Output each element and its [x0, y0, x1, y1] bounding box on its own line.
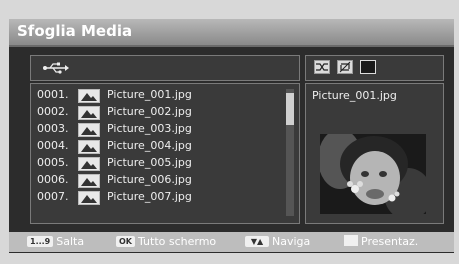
title-bar: Sfoglia Media — [9, 19, 454, 47]
jump-hint: 1...9 Salta — [27, 235, 84, 248]
preview-filename: Picture_001.jpg — [312, 89, 397, 102]
list-scrollbar[interactable] — [286, 89, 294, 216]
list-item[interactable]: 0007. Picture_007.jpg — [37, 190, 287, 207]
list-item[interactable]: 0004. Picture_004.jpg — [37, 139, 287, 156]
scrollbar-thumb[interactable] — [286, 93, 294, 125]
usb-icon[interactable] — [41, 60, 69, 76]
footer-bar: 1...9 Salta OK Tutto schermo ▼▲ Naviga Pres… — [9, 232, 454, 252]
list-item[interactable]: 0005. Picture_005.jpg — [37, 156, 287, 173]
navigate-hint: ▼▲ Naviga — [245, 235, 310, 248]
up-down-arrows-icon[interactable]: ▼▲ — [245, 236, 269, 247]
blank-mode-icon[interactable] — [360, 60, 376, 74]
source-bar — [30, 55, 300, 81]
slideshow-hint: Presentaz. — [344, 235, 418, 248]
play-mode-bar — [305, 55, 444, 81]
picture-file-icon — [78, 157, 100, 171]
picture-file-icon — [78, 191, 100, 205]
picture-file-icon — [78, 123, 100, 137]
list-item[interactable]: 0002. Picture_002.jpg — [37, 105, 287, 122]
preview-thumbnail — [320, 134, 426, 214]
picture-file-icon — [78, 106, 100, 120]
picture-file-icon — [78, 174, 100, 188]
repeat-icon[interactable] — [337, 60, 353, 74]
shuffle-icon[interactable] — [314, 60, 330, 74]
ok-key[interactable]: OK — [116, 236, 135, 247]
picture-file-icon — [78, 89, 100, 103]
number-keys[interactable]: 1...9 — [27, 236, 54, 247]
fullscreen-hint: OK Tutto schermo — [116, 235, 216, 248]
picture-file-icon — [78, 140, 100, 154]
file-list: 0001. Picture_001.jpg 0002. Picture_002.… — [30, 83, 300, 224]
list-item[interactable]: 0003. Picture_003.jpg — [37, 122, 287, 139]
preview-panel: Picture_001.jpg — [305, 83, 444, 224]
color-key[interactable] — [344, 235, 358, 246]
list-item[interactable]: 0001. Picture_001.jpg — [37, 88, 287, 105]
page-title: Sfoglia Media — [17, 22, 133, 40]
list-item[interactable]: 0006. Picture_006.jpg — [37, 173, 287, 190]
